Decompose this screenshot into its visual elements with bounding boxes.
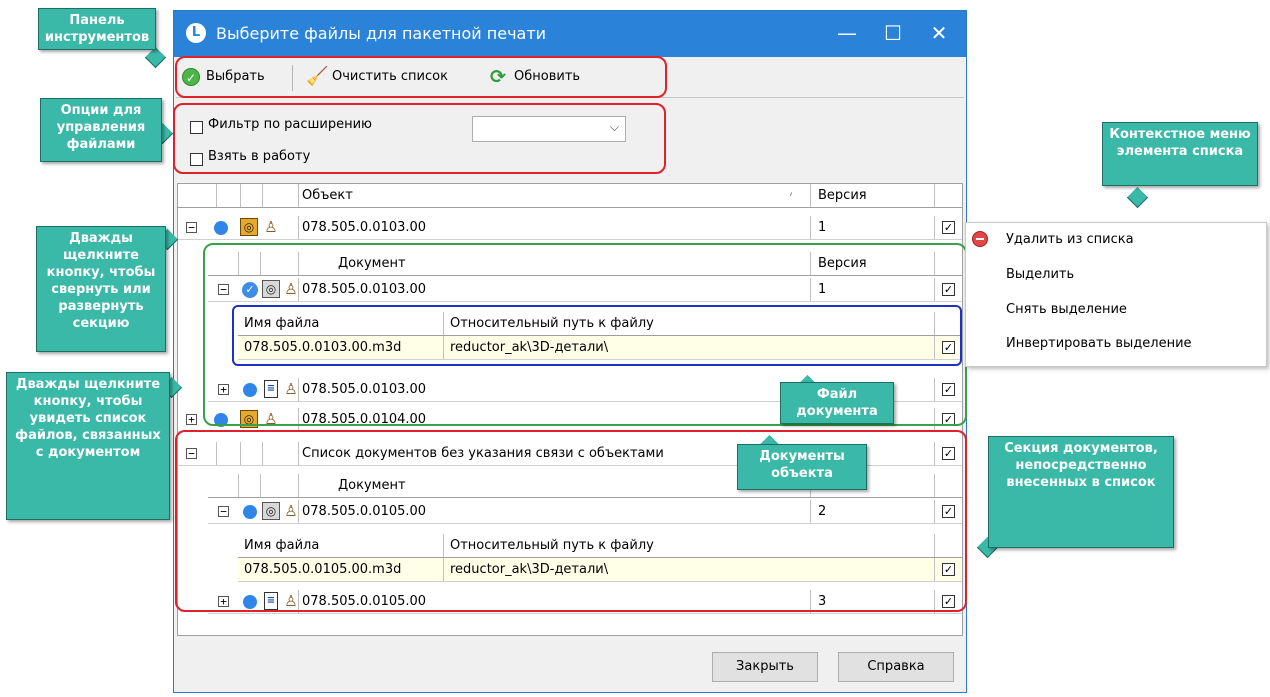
- callout-show-files: Дважды щелкните кнопку, чтобы увидеть сп…: [6, 372, 170, 520]
- part-icon: ◎: [240, 218, 258, 236]
- object-version: 1: [818, 220, 827, 235]
- callout-pointer: [1126, 186, 1149, 209]
- row-checkbox[interactable]: ✓: [942, 221, 955, 234]
- minimize-button[interactable]: —: [824, 11, 870, 57]
- callout-toolbar: Панель инструментов: [38, 8, 156, 50]
- callout-doc-file: Файл документа: [780, 382, 894, 424]
- collapse-toggle[interactable]: −: [186, 222, 197, 233]
- expand-toggle[interactable]: +: [186, 414, 197, 425]
- menu-item-deselect[interactable]: Снять выделение: [1006, 302, 1127, 317]
- column-header-object[interactable]: Объект: [302, 184, 353, 207]
- help-button[interactable]: Справка: [838, 652, 954, 682]
- menu-item-select[interactable]: Выделить: [1006, 267, 1074, 282]
- callout-collapse: Дважды щелкните кнопку, чтобы свернуть и…: [36, 226, 166, 352]
- window-title: Выберите файлы для пакетной печати: [216, 24, 547, 43]
- maximize-button[interactable]: ☐: [870, 11, 916, 57]
- blue-dot-icon: [214, 221, 228, 235]
- menu-item-invert[interactable]: Инвертировать выделение: [1006, 336, 1192, 351]
- object-name: 078.505.0.0103.00: [302, 220, 427, 235]
- delete-icon: [972, 231, 988, 247]
- callout-pointer: [144, 46, 167, 69]
- app-icon: L: [186, 23, 206, 43]
- close-button[interactable]: Закрыть: [712, 652, 818, 682]
- object-row[interactable]: − ◎ ♙ 078.505.0.0103.00 1 ✓: [178, 216, 962, 240]
- stamp-icon: ♙: [264, 218, 278, 236]
- toolbar-highlight-frame: [175, 56, 667, 98]
- callout-context-menu: Контекстное меню элемента списка: [1102, 122, 1258, 186]
- column-header-version[interactable]: Версия: [818, 184, 867, 207]
- document-file-frame: [232, 305, 962, 366]
- options-highlight-frame: [173, 103, 666, 174]
- menu-item-remove[interactable]: Удалить из списка: [1006, 232, 1134, 247]
- callout-direct-section: Секция документов, непосредственно внесе…: [988, 436, 1174, 548]
- callout-options: Опции для управления файлами: [40, 98, 162, 162]
- context-menu: Удалить из списка Выделить Снять выделен…: [965, 222, 1267, 367]
- callout-object-docs: Документы объекта: [737, 444, 867, 490]
- title-bar: L Выберите файлы для пакетной печати — ☐…: [174, 11, 966, 57]
- close-window-button[interactable]: ✕: [916, 11, 962, 57]
- grid-header: Объект ⁄ Версия: [178, 184, 962, 208]
- sort-indicator-icon: ⁄: [790, 188, 793, 203]
